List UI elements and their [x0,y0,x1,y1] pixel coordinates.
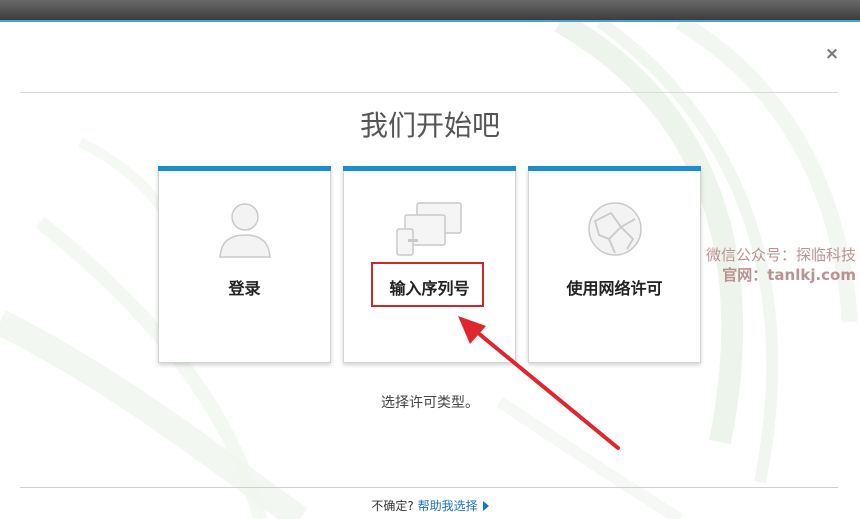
header-divider [20,92,838,93]
card-accent-band [158,166,331,171]
watermark-line-2: 官网：tanlkj.com [722,266,856,284]
footer-divider [20,487,838,488]
page-title: 我们开始吧 [359,109,500,142]
footer-question: 不确定? [371,499,414,513]
watermark-line-1: 微信公众号：探临科技 [705,246,856,264]
network-globe-icon [529,199,700,261]
close-icon: × [824,44,840,64]
card-label: 使用网络许可 [566,279,663,298]
footer: 不确定? 帮助我选择 [0,497,860,514]
card-accent-band [343,166,516,171]
user-icon [159,199,330,261]
card-accent-band [528,166,701,171]
window-titlebar [0,0,860,20]
devices-icon [344,199,515,261]
license-type-hint: 选择许可类型。 [381,395,479,411]
card-label: 登录 [228,279,261,298]
play-arrow-icon [482,501,489,511]
network-license-card[interactable]: 使用网络许可 [528,166,701,363]
close-button[interactable]: × [822,44,842,64]
highlight-box [371,262,484,307]
help-me-choose-link[interactable]: 帮助我选择 [418,499,489,513]
sign-in-card[interactable]: 登录 [158,166,331,363]
